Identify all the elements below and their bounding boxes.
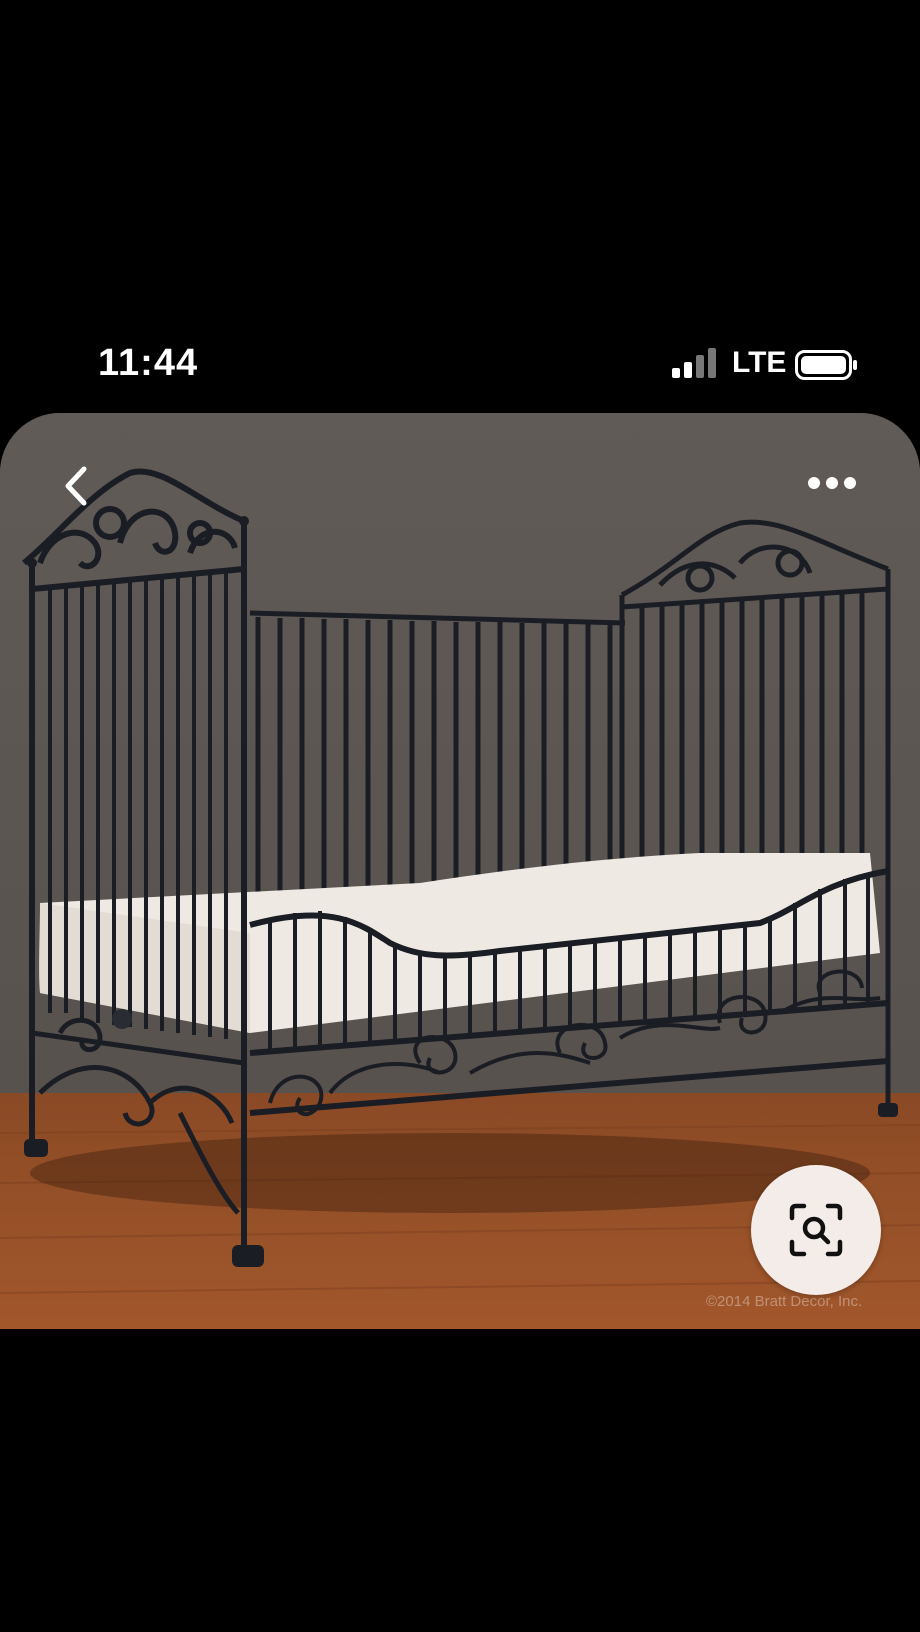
back-button[interactable] [52,461,102,511]
chevron-left-icon [65,466,87,506]
status-bar: 11:44 LTE [0,330,920,400]
battery-icon [795,350,857,380]
signal-strength-icon [672,348,716,378]
image-viewer[interactable]: ©2014 Bratt Decor, Inc. [0,413,920,1329]
visual-search-button[interactable] [751,1165,881,1295]
more-options-button[interactable] [800,463,864,503]
visual-search-icon [789,1203,843,1257]
status-time: 11:44 [98,342,199,384]
image-watermark: ©2014 Bratt Decor, Inc. [706,1293,863,1310]
network-type: LTE [732,346,787,379]
more-horizontal-icon [808,477,856,489]
